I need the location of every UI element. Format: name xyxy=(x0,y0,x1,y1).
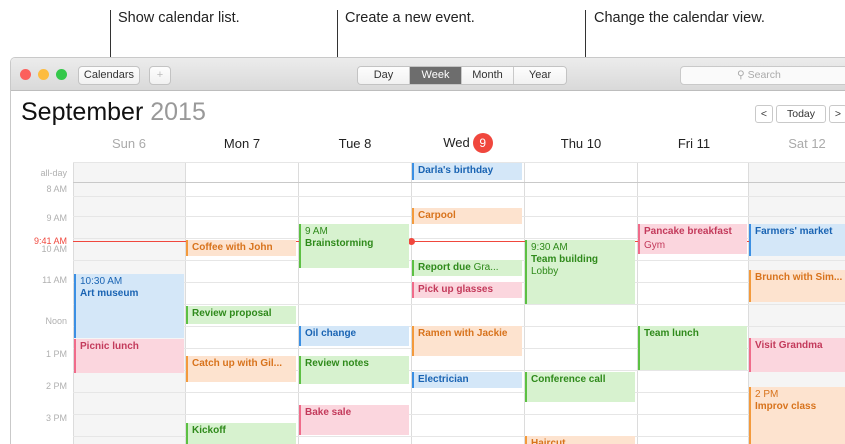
today-button[interactable]: Today xyxy=(776,105,826,123)
time-label: all-day xyxy=(40,168,67,178)
divider xyxy=(73,414,845,415)
previous-week-button[interactable]: < xyxy=(755,105,773,123)
event-brainstorming[interactable]: 9 AM Brainstorming xyxy=(299,224,409,268)
toolbar: Calendars + Day Week Month Year ⚲ Search xyxy=(11,58,845,91)
page-title: September 2015 xyxy=(21,98,206,127)
event-haircut[interactable]: Haircut xyxy=(525,436,635,444)
event-pick-up-glasses[interactable]: Pick up glasses xyxy=(412,282,522,298)
event-picnic-lunch[interactable]: Picnic lunch xyxy=(74,339,184,373)
time-label: 11 AM xyxy=(42,275,67,285)
event-farmers-market[interactable]: Farmers' market xyxy=(749,224,845,256)
month-name: September xyxy=(21,98,144,126)
close-button[interactable] xyxy=(20,69,31,80)
event-time: 9:30 AM xyxy=(531,242,568,253)
event-team-lunch[interactable]: Team lunch xyxy=(638,326,747,370)
event-time: 10:30 AM xyxy=(80,276,123,287)
event-kickoff[interactable]: Kickoff xyxy=(186,423,296,444)
day-header-fri[interactable]: Fri 11 xyxy=(638,136,750,151)
event-title: Improv class xyxy=(755,401,817,412)
event-title: Report due xyxy=(418,262,471,273)
event-oil-change[interactable]: Oil change xyxy=(299,326,409,346)
divider xyxy=(73,304,845,305)
day-header-thu[interactable]: Thu 10 xyxy=(525,136,637,151)
callout-calendar-view: Change the calendar view. xyxy=(594,10,765,26)
year-label: 2015 xyxy=(150,98,206,126)
event-carpool[interactable]: Carpool xyxy=(412,208,522,224)
divider xyxy=(298,162,299,444)
divider xyxy=(73,196,845,197)
day-name: Wed xyxy=(443,135,470,150)
today-badge: 9 xyxy=(472,133,493,153)
event-darlas-birthday[interactable]: Darla's birthday xyxy=(412,163,522,180)
minimize-button[interactable] xyxy=(38,69,49,80)
event-location: Lobby xyxy=(531,266,559,277)
event-ramen-with-jackie[interactable]: Ramen with Jackie xyxy=(412,326,522,356)
current-time-label: 9:41 AM xyxy=(33,236,67,246)
event-conference-call[interactable]: Conference call xyxy=(525,372,635,402)
event-time: 9 AM xyxy=(305,226,328,237)
event-title: Team building xyxy=(531,254,599,265)
week-grid[interactable]: all-day 8 AM 9 AM 10 AM 11 AM Noon 1 PM … xyxy=(11,162,845,444)
add-event-button[interactable]: + xyxy=(149,66,171,85)
event-bake-sale[interactable]: Bake sale xyxy=(299,405,409,435)
event-title: Brainstorming xyxy=(305,238,374,249)
calendars-button[interactable]: Calendars xyxy=(78,66,140,85)
event-visit-grandma[interactable]: Visit Grandma xyxy=(749,338,845,372)
divider xyxy=(185,162,186,444)
time-label: 8 AM xyxy=(46,184,67,194)
day-header-wed[interactable]: Wed 9 xyxy=(412,133,524,153)
divider xyxy=(73,182,845,183)
search-placeholder: Search xyxy=(747,69,781,81)
time-label: 2 PM xyxy=(45,381,67,391)
calendar-window: Calendars + Day Week Month Year ⚲ Search… xyxy=(10,57,845,444)
day-header-sun[interactable]: Sun 6 xyxy=(73,136,185,151)
callout-new-event: Create a new event. xyxy=(345,10,475,26)
view-year-button[interactable]: Year xyxy=(514,67,566,84)
view-week-button[interactable]: Week xyxy=(410,67,462,84)
search-input[interactable]: ⚲ Search xyxy=(680,66,845,85)
event-review-proposal[interactable]: Review proposal xyxy=(186,306,296,324)
event-gym[interactable]: Gym xyxy=(638,238,747,254)
current-time-dot xyxy=(408,238,415,245)
event-title: Art museum xyxy=(80,288,139,299)
event-report-due[interactable]: Report due Gra... xyxy=(412,260,522,276)
event-art-museum[interactable]: 10:30 AM Art museum xyxy=(74,274,184,338)
day-header-sat[interactable]: Sat 12 xyxy=(751,136,845,151)
event-title: Gym xyxy=(644,240,666,251)
event-catch-up-with-gil[interactable]: Catch up with Gil... xyxy=(186,356,296,382)
view-day-button[interactable]: Day xyxy=(358,67,410,84)
event-brunch[interactable]: Brunch with Sim... xyxy=(749,270,845,302)
divider xyxy=(411,162,412,444)
next-week-button[interactable]: > xyxy=(829,105,845,123)
event-review-notes[interactable]: Review notes xyxy=(299,356,409,384)
event-team-building[interactable]: 9:30 AM Team building Lobby xyxy=(525,240,635,304)
event-improv-class[interactable]: 2 PM Improv class xyxy=(749,387,845,444)
time-label: 9 AM xyxy=(46,213,67,223)
event-subtitle: Gra... xyxy=(473,262,499,273)
divider xyxy=(73,392,845,393)
event-electrician[interactable]: Electrician xyxy=(412,372,522,388)
search-icon: ⚲ xyxy=(737,69,745,81)
event-time: 2 PM xyxy=(755,389,779,400)
divider xyxy=(637,162,638,444)
zoom-button[interactable] xyxy=(56,69,67,80)
time-label: 1 PM xyxy=(45,349,67,359)
day-header-tue[interactable]: Tue 8 xyxy=(299,136,411,151)
day-header-mon[interactable]: Mon 7 xyxy=(186,136,298,151)
callout-calendar-list: Show calendar list. xyxy=(118,10,240,26)
view-month-button[interactable]: Month xyxy=(462,67,514,84)
view-switcher: Day Week Month Year xyxy=(357,66,567,85)
event-coffee-with-john[interactable]: Coffee with John xyxy=(186,240,296,256)
time-label: Noon xyxy=(45,316,67,326)
time-label: 3 PM xyxy=(45,413,67,423)
